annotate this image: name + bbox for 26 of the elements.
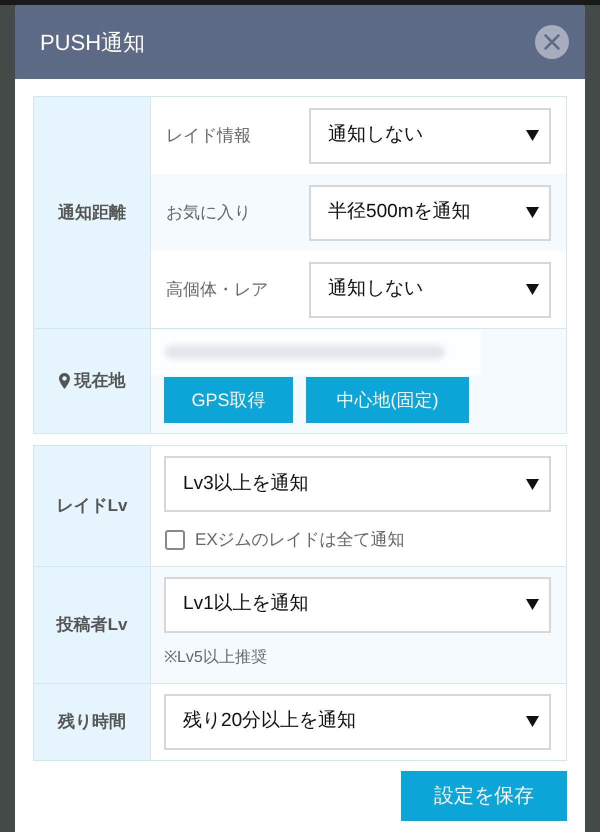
caret-icon [526,478,539,490]
caret-icon [526,284,539,295]
caret-icon [526,599,539,610]
caret-icon [526,207,539,218]
map-pin-icon [58,373,70,389]
setting-label: レイド情報 [166,124,252,147]
dropdown-select[interactable]: 半径500mを通知 [309,184,551,240]
caret-icon [526,130,539,141]
dropdown-select[interactable]: Lv3以上を通知 [164,456,551,512]
checkbox[interactable] [165,530,185,550]
section-label: 通知距離 [58,202,126,224]
dropdown-select[interactable]: 通知しない [309,262,551,318]
close-icon[interactable] [535,25,569,59]
section-label: 投稿者Lv [56,614,128,636]
section-label: 残り時間 [58,710,126,733]
dropdown-select[interactable]: 残り20分以上を通知 [164,694,551,750]
checkbox-label: EXジムのレイドは全て通知 [195,529,405,551]
section-label: レイドLv [56,495,128,517]
dropdown-select[interactable]: 通知しない [309,108,551,164]
section-label: 現在地 [74,370,126,392]
hint-text: ※Lv5以上推奨 [164,648,268,668]
dropdown-select[interactable]: Lv1以上を通知 [164,576,551,632]
setting-label: 高個体・レア [166,278,269,301]
dialog-title: PUSH通知 [40,28,146,56]
caret-icon [526,716,539,727]
setting-label: お気に入り [166,202,252,224]
